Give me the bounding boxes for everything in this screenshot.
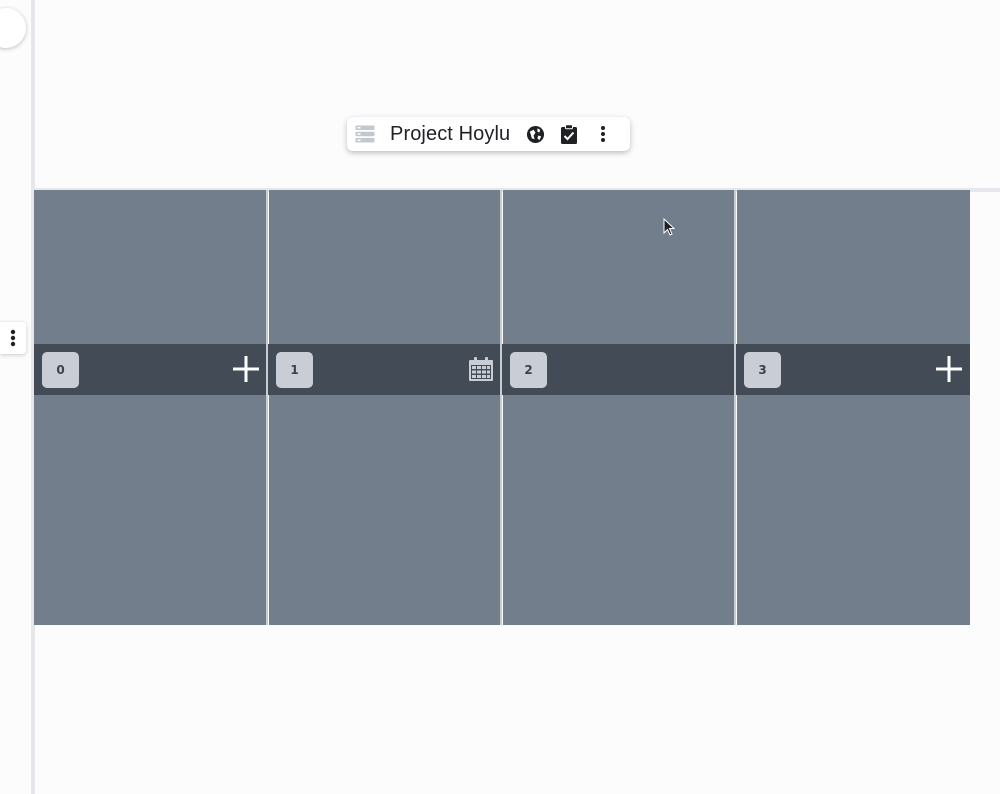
plus-icon[interactable]	[231, 354, 261, 384]
column-divider	[266, 190, 268, 625]
column-divider	[734, 190, 736, 625]
plus-icon[interactable]	[934, 354, 964, 384]
board-column[interactable]	[34, 190, 267, 625]
timeline-segment: 3	[736, 344, 970, 395]
segment-badge[interactable]: 1	[276, 352, 313, 388]
segment-badge[interactable]: 2	[510, 352, 547, 388]
clipboard-check-icon[interactable]	[559, 123, 579, 144]
board-column[interactable]	[503, 190, 736, 625]
segment-badge[interactable]: 0	[42, 352, 79, 388]
board-column[interactable]	[269, 190, 502, 625]
layout-panels-icon[interactable]	[355, 124, 375, 144]
timeline-segment: 2	[502, 344, 734, 395]
mouse-pointer-icon	[663, 218, 676, 236]
project-toolbar: Project Hoylu	[347, 117, 630, 151]
timeline-segment: 1	[268, 344, 500, 395]
globe-icon[interactable]	[525, 124, 545, 144]
timeline-segment: 0	[34, 344, 266, 395]
side-menu-button[interactable]	[0, 322, 26, 354]
segment-badge[interactable]: 3	[744, 352, 781, 388]
more-vertical-icon[interactable]	[593, 124, 613, 144]
column-divider	[500, 190, 502, 625]
board-column[interactable]	[737, 190, 970, 625]
more-vertical-icon	[10, 329, 16, 347]
project-title[interactable]: Project Hoylu	[390, 123, 510, 146]
timeline-board: 0 1 2 3	[34, 190, 970, 625]
calendar-icon[interactable]	[466, 354, 496, 384]
corner-handle[interactable]	[0, 8, 26, 48]
